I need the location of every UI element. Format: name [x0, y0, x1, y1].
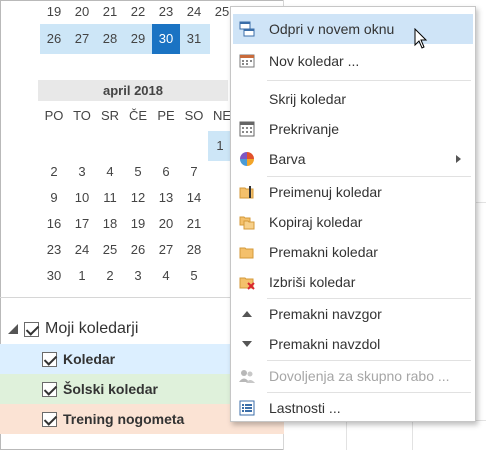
delete-folder-icon [239, 277, 255, 290]
selected-day-cell[interactable]: 30 [152, 24, 180, 54]
day-header: ČE [128, 108, 148, 123]
menu-item-color[interactable]: Barva [233, 144, 473, 174]
menu-separator [267, 80, 471, 81]
menu-item-move-down[interactable]: Premakni navzdol [233, 329, 473, 359]
day-cell[interactable]: 24 [180, 0, 208, 27]
my-calendars-header[interactable]: Moji koledarji [8, 316, 138, 342]
color-icon [240, 152, 254, 166]
menu-item-label: Barva [269, 151, 306, 167]
menu-item-move-up[interactable]: Premakni navzgor [233, 299, 473, 329]
properties-icon [239, 400, 255, 416]
menu-item-label: Lastnosti ... [269, 400, 341, 416]
day-cell[interactable]: 28 [96, 24, 124, 54]
selected-week-row: 26 27 28 29 30 31 [40, 24, 210, 54]
context-menu: Odpri v novem oknu Nov koledar ... Skrij… [230, 6, 476, 422]
calendar-checkbox[interactable] [42, 351, 57, 367]
calendar-checkbox[interactable] [42, 411, 57, 427]
day-cell[interactable]: 4 [152, 261, 180, 291]
day-cell[interactable]: 1 [208, 131, 232, 161]
day-cell[interactable]: 3 [124, 261, 152, 291]
mouse-cursor-icon [414, 28, 428, 49]
day-cell[interactable]: 1 [68, 261, 96, 291]
menu-item-label: Dovoljenja za skupno rabo ... [269, 368, 450, 384]
menu-item-label: Odpri v novem oknu [269, 21, 395, 37]
day-cell[interactable]: 5 [180, 261, 208, 291]
calendar-item-label: Šolski koledar [63, 381, 158, 397]
menu-item-copy-calendar[interactable]: Kopiraj koledar [233, 207, 473, 237]
new-window-icon [239, 21, 255, 37]
menu-item-hide-calendar[interactable]: Skrij koledar [233, 84, 473, 114]
menu-item-label: Nov koledar ... [269, 53, 360, 69]
grid-line [412, 420, 413, 450]
day-cell[interactable]: 19 [40, 0, 68, 27]
menu-item-label: Izbriši koledar [269, 274, 356, 290]
menu-item-open-new-window[interactable]: Odpri v novem oknu [233, 14, 473, 44]
menu-item-label: Kopiraj koledar [269, 214, 363, 230]
day-cell[interactable]: 26 [40, 24, 68, 54]
day-cell[interactable]: 30 [40, 261, 68, 291]
move-up-icon [242, 311, 252, 317]
menu-item-label: Premakni koledar [269, 244, 378, 260]
collapse-triangle-icon[interactable] [8, 324, 18, 334]
overlay-icon [239, 121, 255, 137]
move-down-icon [242, 341, 252, 347]
menu-item-label: Skrij koledar [269, 91, 347, 107]
day-cell[interactable]: 29 [124, 24, 152, 54]
day-cell[interactable]: 23 [152, 0, 180, 27]
day-header: SR [100, 108, 120, 123]
day-cell[interactable]: 2 [96, 261, 124, 291]
new-calendar-icon [239, 54, 255, 68]
submenu-arrow-icon [456, 155, 461, 163]
menu-item-label: Prekrivanje [269, 121, 340, 137]
menu-item-rename-calendar[interactable]: Preimenuj koledar [233, 177, 473, 207]
day-cell[interactable]: 27 [68, 24, 96, 54]
menu-item-move-calendar[interactable]: Premakni koledar [233, 237, 473, 267]
group-checkbox[interactable] [24, 321, 39, 337]
menu-item-label: Premakni navzgor [269, 306, 382, 322]
calendar-checkbox[interactable] [42, 381, 57, 397]
share-permissions-icon [239, 370, 255, 383]
grid-line [346, 420, 347, 450]
move-folder-icon [239, 247, 254, 259]
day-cell[interactable]: 22 [124, 0, 152, 27]
my-calendars-title: Moji koledarji [45, 320, 139, 337]
menu-item-properties[interactable]: Lastnosti ... [233, 393, 473, 423]
menu-item-label: Preimenuj koledar [269, 184, 382, 200]
menu-item-new-calendar[interactable]: Nov koledar ... [233, 46, 473, 76]
day-cell[interactable]: 21 [96, 0, 124, 27]
day-cell[interactable]: 20 [68, 0, 96, 27]
calendar-item-label: Koledar [63, 351, 116, 367]
day-header: TO [73, 108, 91, 123]
day-header: PE [157, 108, 175, 123]
menu-item-overlay[interactable]: Prekrivanje [233, 114, 473, 144]
day-cell[interactable]: 31 [180, 24, 208, 54]
menu-item-delete-calendar[interactable]: Izbriši koledar [233, 267, 473, 297]
menu-item-sharing-permissions: Dovoljenja za skupno rabo ... [233, 361, 473, 391]
day-header: SO [184, 108, 204, 123]
menu-item-label: Premakni navzdol [269, 336, 381, 352]
copy-folder-icon [239, 216, 255, 230]
calendar-item-label: Trening nogometa [63, 411, 185, 427]
month-title: april 2018 [38, 80, 228, 101]
rename-folder-icon [239, 186, 254, 199]
day-header: PO [44, 108, 64, 123]
